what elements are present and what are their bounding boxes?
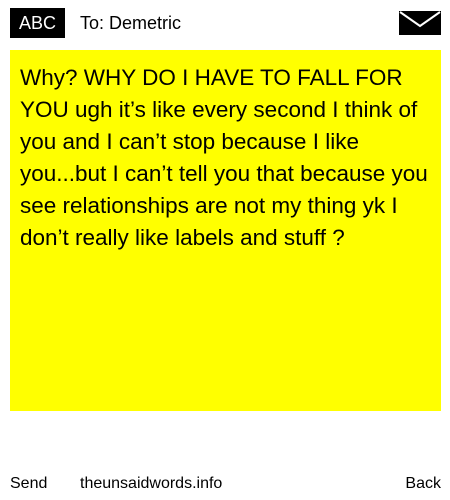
- input-mode-badge: ABC: [10, 8, 65, 38]
- message-body: Why? WHY DO I HAVE TO FALL FOR YOU ugh i…: [10, 50, 441, 411]
- header: ABC To: Demetric: [0, 0, 450, 44]
- back-button[interactable]: Back: [405, 472, 441, 496]
- recipient-label: To: Demetric: [80, 13, 182, 33]
- send-button[interactable]: Send: [10, 472, 47, 496]
- footer: Send theunsaidwords.info Back: [0, 472, 450, 496]
- site-link[interactable]: theunsaidwords.info: [80, 472, 222, 496]
- message-text: Why? WHY DO I HAVE TO FALL FOR YOU ugh i…: [20, 65, 428, 250]
- envelope-icon: [399, 11, 441, 35]
